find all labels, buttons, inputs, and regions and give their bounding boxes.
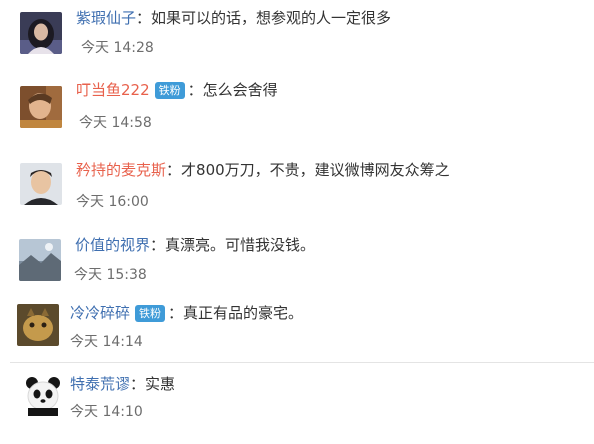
comment-line: 特泰荒谬：实惠 <box>70 374 175 394</box>
comment-line: 价值的视界：真漂亮。可惜我没钱。 <box>75 235 315 255</box>
comment-line: 紫瑕仙子：如果可以的话，想参观的人一定很多 <box>76 8 391 28</box>
comment-text: 怎么会舍得 <box>202 81 278 99</box>
avatar-man-icon <box>20 163 62 205</box>
user-avatar[interactable] <box>20 163 62 205</box>
comment-username[interactable]: 叮当鱼222 <box>76 81 150 99</box>
comment-separator: ： <box>150 236 166 254</box>
comment-line: 矜持的麦克斯：才800万刀，不贵，建议微博网友众筹之 <box>76 160 450 180</box>
avatar-panda-icon <box>22 374 64 416</box>
comment-time: 今天 14:14 <box>70 334 143 350</box>
comment-username[interactable]: 紫瑕仙子 <box>76 9 136 27</box>
comment-time: 今天 15:38 <box>74 267 147 283</box>
comment-text: 才800万刀，不贵，建议微博网友众筹之 <box>181 161 450 179</box>
comment-text: 实惠 <box>145 375 176 393</box>
user-avatar[interactable] <box>20 86 62 128</box>
user-avatar[interactable] <box>22 374 64 416</box>
comment-username[interactable]: 冷冷碎碎 <box>70 304 130 322</box>
comment-username[interactable]: 价值的视界 <box>75 236 150 254</box>
comment-text: 真正有品的豪宅。 <box>183 304 304 322</box>
comment-time: 今天 14:10 <box>70 404 143 420</box>
comment-separator: ： <box>168 304 184 322</box>
comment-username[interactable]: 特泰荒谬 <box>70 375 130 393</box>
comment-time: 今天 14:28 <box>81 40 154 56</box>
comment-line: 冷冷碎碎 铁粉 ：真正有品的豪宅。 <box>70 303 303 323</box>
comment-separator: ： <box>136 9 152 27</box>
avatar-girl-icon <box>20 12 62 54</box>
user-avatar[interactable] <box>17 304 59 346</box>
comment-time: 今天 16:00 <box>76 194 149 210</box>
comment-text: 如果可以的话，想参观的人一定很多 <box>151 9 392 27</box>
comment-separator: ： <box>166 161 182 179</box>
user-avatar[interactable] <box>19 239 61 281</box>
fan-badge[interactable]: 铁粉 <box>154 82 185 99</box>
comment-list: 紫瑕仙子：如果可以的话，想参观的人一定很多 今天 14:28 叮当鱼222 铁粉：… <box>0 0 594 444</box>
avatar-animal-icon <box>17 304 59 346</box>
fan-badge[interactable]: 铁粉 <box>135 305 166 322</box>
comment-separator: ： <box>130 375 146 393</box>
avatar-landscape-icon <box>19 239 61 281</box>
comment-divider <box>10 362 594 363</box>
comment-line: 叮当鱼222 铁粉 ：怎么会舍得 <box>76 80 278 100</box>
comment-text: 真漂亮。可惜我没钱。 <box>165 236 316 254</box>
comment-time: 今天 14:58 <box>79 115 152 131</box>
comment-separator: ： <box>187 81 203 99</box>
user-avatar[interactable] <box>20 12 62 54</box>
comment-username[interactable]: 矜持的麦克斯 <box>76 161 166 179</box>
avatar-child-icon <box>20 86 62 128</box>
